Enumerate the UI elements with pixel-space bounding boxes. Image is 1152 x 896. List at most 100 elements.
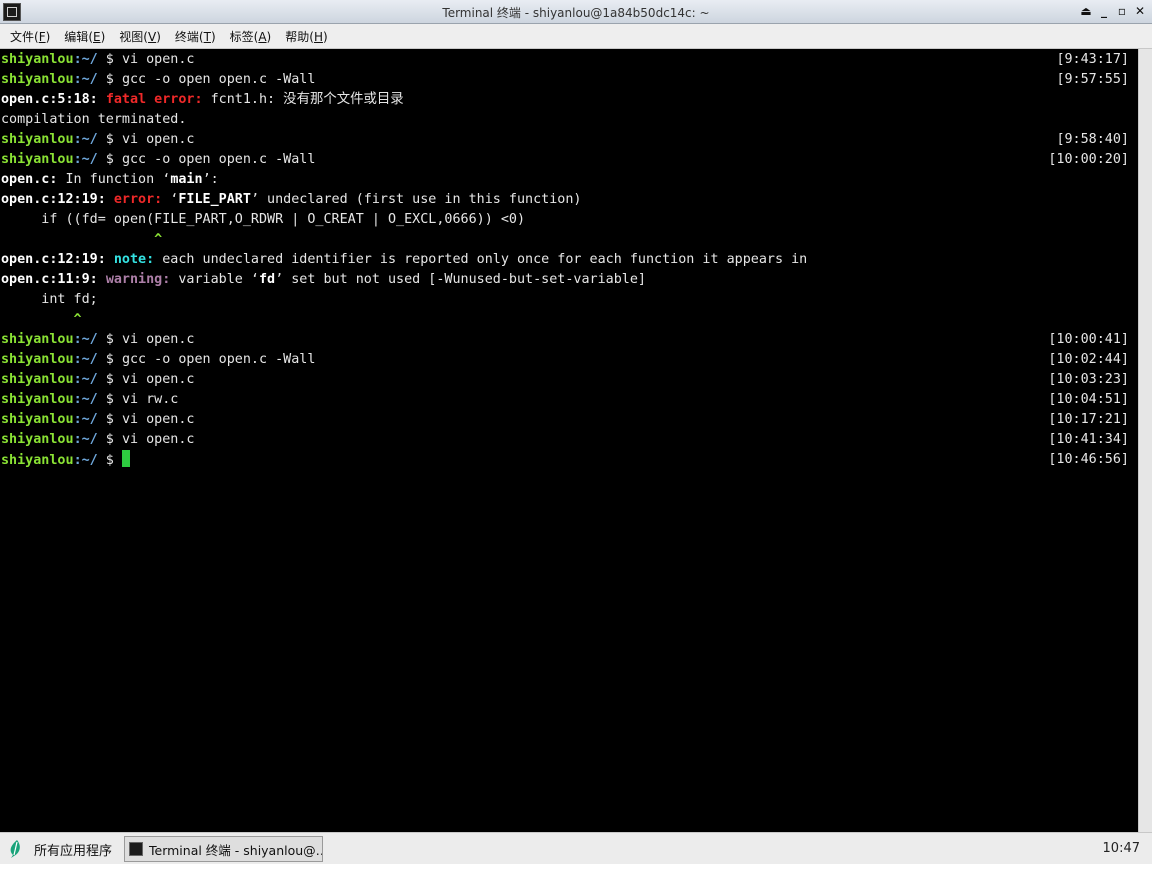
prompt-sign: $ xyxy=(97,332,122,347)
command-text: gcc -o open open.c -Wall xyxy=(121,152,316,167)
menu-tabs[interactable]: 标签(A) xyxy=(230,28,272,45)
diagnostic-location: open.c:11:9: xyxy=(1,272,98,287)
prompt-path: :~/ xyxy=(73,52,98,67)
timestamp: [10:41:34] xyxy=(1048,432,1129,447)
terminal-line: shiyanlou:~/ $ vi open.c xyxy=(1,330,195,350)
prompt-path: :~/ xyxy=(73,412,98,427)
diagnostic-identifier: fd xyxy=(259,272,276,287)
diagnostic-identifier: FILE_PART xyxy=(178,192,251,207)
window-controls: ⏏ _ ▫ ✕ xyxy=(1078,3,1148,19)
prompt-path: :~/ xyxy=(73,392,98,407)
taskbar: 所有应用程序 Terminal 终端 - shiyanlou@… 10:47 xyxy=(0,832,1152,864)
diagnostic-text: ’ set but not used [-Wunused-but-set-var… xyxy=(275,272,646,287)
taskbar-terminal-label: Terminal 终端 - shiyanlou@… xyxy=(149,842,323,858)
command-text: gcc -o open open.c -Wall xyxy=(121,72,316,87)
menu-bar: 文件(F) 编辑(E) 视图(V) 终端(T) 标签(A) 帮助(H) xyxy=(0,24,1152,49)
timestamp: [9:43:17] xyxy=(1056,52,1129,67)
terminal-line: shiyanlou:~/ $ gcc -o open open.c -Wall xyxy=(1,70,315,90)
menu-view[interactable]: 视图(V) xyxy=(119,28,161,45)
diagnostic-message: each undeclared identifier is reported o… xyxy=(154,252,808,267)
applications-menu-label: 所有应用程序 xyxy=(34,843,113,859)
timestamp: [9:58:40] xyxy=(1056,132,1129,147)
leaf-logo-icon xyxy=(10,840,20,858)
prompt-sign: $ xyxy=(97,453,122,468)
timestamp: [10:00:20] xyxy=(1048,152,1129,167)
prompt-sign: $ xyxy=(97,392,122,407)
window-title: Terminal 终端 - shiyanlou@1a84b50dc14c: ~ xyxy=(442,6,710,20)
terminal-line: shiyanlou:~/ $ gcc -o open open.c -Wall xyxy=(1,150,315,170)
timestamp: [10:04:51] xyxy=(1048,392,1129,407)
diagnostic-kind: fatal error: xyxy=(105,92,203,107)
shade-icon[interactable]: ⏏ xyxy=(1078,3,1094,19)
command-text: vi open.c xyxy=(121,132,195,147)
close-icon[interactable]: ✕ xyxy=(1132,3,1148,19)
terminal-line: ^ xyxy=(1,310,82,330)
diagnostic-text: ‘ xyxy=(162,192,179,207)
diagnostic-identifier: main xyxy=(170,172,203,187)
terminal-line: shiyanlou:~/ $ vi open.c xyxy=(1,50,195,70)
terminal-line: shiyanlou:~/ $ gcc -o open open.c -Wall xyxy=(1,350,315,370)
diagnostic-text: ’ undeclared (first use in this function… xyxy=(250,192,582,207)
prompt-sign: $ xyxy=(97,412,122,427)
terminal-line: open.c: In function ‘main’: xyxy=(1,170,219,190)
prompt-path: :~/ xyxy=(73,453,98,468)
desktop-strip xyxy=(0,864,1152,896)
terminal-icon xyxy=(129,842,143,856)
prompt-sign: $ xyxy=(97,72,122,87)
prompt-path: :~/ xyxy=(73,352,98,367)
prompt-path: :~/ xyxy=(73,72,98,87)
prompt-sign: $ xyxy=(97,152,122,167)
diagnostic-text: In function ‘ xyxy=(57,172,171,187)
command-text: vi open.c xyxy=(121,52,195,67)
terminal-line: open.c:11:9: warning: variable ‘fd’ set … xyxy=(1,270,646,290)
menu-edit[interactable]: 编辑(E) xyxy=(64,28,105,45)
diagnostic-kind: warning: xyxy=(105,272,171,287)
command-text: vi open.c xyxy=(121,332,195,347)
applications-menu-button[interactable]: 所有应用程序 xyxy=(8,839,112,859)
prompt-sign: $ xyxy=(97,352,122,367)
title-bar: Terminal 终端 - shiyanlou@1a84b50dc14c: ~ … xyxy=(0,0,1152,24)
output-text: int fd; xyxy=(1,292,98,307)
prompt-user: shiyanlou xyxy=(1,453,74,468)
maximize-icon[interactable]: ▫ xyxy=(1114,3,1130,19)
terminal-line: compilation terminated. xyxy=(1,110,186,130)
prompt-sign: $ xyxy=(97,432,122,447)
diagnostic-message: fcnt1.h: 没有那个文件或目录 xyxy=(202,92,404,107)
diagnostic-location: open.c: xyxy=(1,172,58,187)
terminal-scrollbar[interactable] xyxy=(1138,49,1152,832)
menu-terminal[interactable]: 终端(T) xyxy=(175,28,216,45)
prompt-sign: $ xyxy=(97,52,122,67)
timestamp: [10:00:41] xyxy=(1048,332,1129,347)
timestamp: [10:03:23] xyxy=(1048,372,1129,387)
prompt-path: :~/ xyxy=(73,432,98,447)
terminal-line: shiyanlou:~/ $ vi open.c xyxy=(1,370,195,390)
diagnostic-text: variable ‘ xyxy=(170,272,259,287)
timestamp: [9:57:55] xyxy=(1056,72,1129,87)
terminal-line: shiyanlou:~/ $ xyxy=(1,450,130,470)
menu-help[interactable]: 帮助(H) xyxy=(285,28,327,45)
minimize-icon[interactable]: _ xyxy=(1096,3,1112,19)
timestamp: [10:02:44] xyxy=(1048,352,1129,367)
prompt-path: :~/ xyxy=(73,152,98,167)
menu-file[interactable]: 文件(F) xyxy=(10,28,50,45)
prompt-user: shiyanlou xyxy=(1,332,74,347)
terminal-output[interactable]: shiyanlou:~/ $ vi open.c [9:43:17] shiyanl… xyxy=(0,49,1138,832)
diagnostic-location: open.c:12:19: xyxy=(1,192,106,207)
command-text: vi open.c xyxy=(121,372,195,387)
clock: 10:47 xyxy=(1102,841,1140,856)
terminal-line: shiyanlou:~/ $ vi rw.c xyxy=(1,390,178,410)
terminal-line: shiyanlou:~/ $ vi open.c xyxy=(1,130,195,150)
command-text: vi open.c xyxy=(121,432,195,447)
taskbar-terminal-button[interactable]: Terminal 终端 - shiyanlou@… xyxy=(124,836,323,862)
prompt-sign: $ xyxy=(97,132,122,147)
timestamp: [10:46:56] xyxy=(1048,452,1129,467)
terminal-line: open.c:12:19: note: each undeclared iden… xyxy=(1,250,807,270)
terminal-line: open.c:12:19: error: ‘FILE_PART’ undecla… xyxy=(1,190,581,210)
diagnostic-caret: ^ xyxy=(1,232,163,247)
terminal-line: ^ xyxy=(1,230,162,250)
prompt-path: :~/ xyxy=(73,132,98,147)
timestamp: [10:17:21] xyxy=(1048,412,1129,427)
terminal-line: open.c:5:18: fatal error: fcnt1.h: 没有那个文… xyxy=(1,90,404,110)
diagnostic-location: open.c:12:19: xyxy=(1,252,106,267)
command-text: gcc -o open open.c -Wall xyxy=(121,352,316,367)
